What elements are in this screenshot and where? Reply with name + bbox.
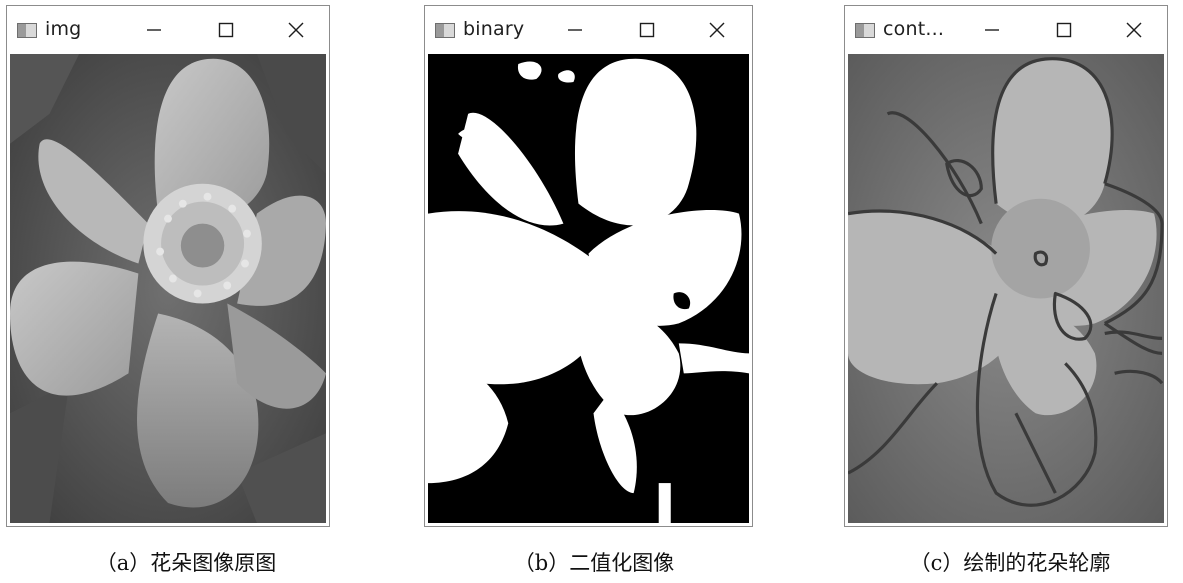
binary-image (428, 54, 749, 523)
minimize-button[interactable] (975, 14, 1009, 46)
minimize-icon (985, 29, 999, 31)
titlebar[interactable]: img (7, 6, 329, 54)
grayscale-flower-image (10, 54, 326, 523)
maximize-icon (1056, 22, 1072, 38)
titlebar[interactable]: binary (425, 6, 752, 54)
minimize-button[interactable] (558, 14, 592, 46)
maximize-icon (218, 22, 234, 38)
contour-image (848, 54, 1164, 523)
maximize-icon (639, 22, 655, 38)
maximize-button[interactable] (630, 14, 664, 46)
caption-c: （c）绘制的花朵轮廓 (909, 551, 1111, 575)
close-icon (288, 22, 304, 38)
window-title: cont... (883, 18, 945, 40)
window-title: binary (463, 18, 525, 40)
contour-flower-image (848, 54, 1164, 523)
window-img: img (6, 5, 330, 527)
window-binary: binary (424, 5, 753, 527)
minimize-icon (568, 29, 582, 31)
titlebar[interactable]: cont... (845, 6, 1167, 54)
close-button[interactable] (700, 14, 734, 46)
window-title: img (45, 18, 82, 40)
close-button[interactable] (279, 14, 313, 46)
minimize-icon (147, 29, 161, 31)
caption-a: （a）花朵图像原图 (95, 551, 277, 575)
window-app-icon[interactable] (435, 23, 455, 38)
maximize-button[interactable] (209, 14, 243, 46)
close-icon (709, 22, 725, 38)
close-button[interactable] (1117, 14, 1151, 46)
flower-image (10, 54, 326, 523)
close-icon (1126, 22, 1142, 38)
window-app-icon[interactable] (855, 23, 875, 38)
window-app-icon[interactable] (17, 23, 37, 38)
binary-flower-image (428, 54, 749, 523)
minimize-button[interactable] (137, 14, 171, 46)
caption-b: （b）二值化图像 (513, 551, 675, 575)
window-contours: cont... (844, 5, 1168, 527)
maximize-button[interactable] (1047, 14, 1081, 46)
